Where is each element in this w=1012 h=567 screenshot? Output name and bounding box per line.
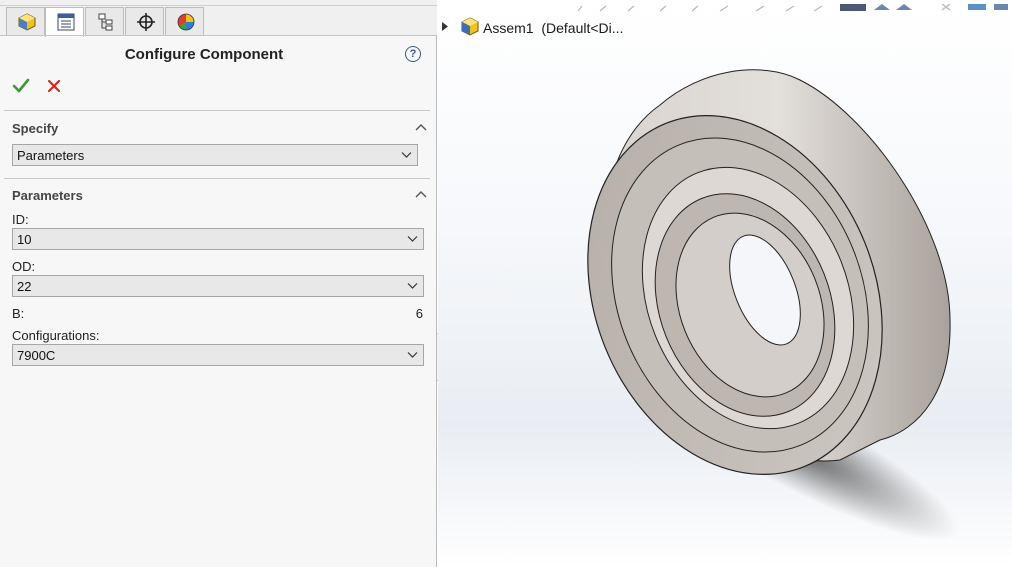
cancel-x-icon[interactable] (47, 79, 61, 93)
configurationmanager-tab[interactable] (85, 7, 124, 36)
id-dropdown[interactable]: 10 (12, 228, 424, 250)
expand-tree-arrow-icon[interactable] (442, 22, 448, 31)
configurations-dropdown[interactable]: 7900C (12, 344, 424, 366)
propertymanager-tab[interactable] (45, 7, 84, 37)
od-label: OD: (12, 259, 36, 274)
heads-up-view-toolbar[interactable] (570, 0, 1012, 12)
collapse-parameters-chevron-up-icon[interactable] (415, 190, 427, 198)
specify-dropdown[interactable]: Parameters (12, 144, 418, 166)
od-dropdown[interactable]: 22 (12, 275, 424, 297)
specify-group-title: Specify (12, 121, 59, 136)
chevron-down-icon (407, 352, 418, 358)
displaymanager-tab[interactable] (165, 7, 204, 36)
chevron-down-icon (407, 283, 418, 289)
assembly-icon (461, 17, 479, 36)
page-title: Configure Component (124, 46, 284, 63)
divider (4, 178, 430, 179)
b-label: B: (12, 306, 25, 321)
featuremanager-tab[interactable] (6, 7, 45, 36)
chevron-down-icon (407, 236, 418, 242)
od-value: 22 (17, 279, 32, 294)
ok-checkmark-icon[interactable] (12, 78, 30, 94)
displaymanager-icon (177, 13, 195, 31)
feature-tree-root-label[interactable]: Assem1 (Default<Di... (483, 20, 623, 36)
id-label: ID: (12, 212, 29, 227)
dimxpertmanager-tab[interactable] (125, 7, 164, 36)
parameters-group-title: Parameters (12, 188, 83, 203)
property-manager-panel: Configure Component ? Specify Parameters… (0, 0, 437, 567)
help-icon[interactable]: ? (405, 46, 421, 62)
b-value: 6 (415, 306, 423, 321)
collapse-specify-chevron-up-icon[interactable] (415, 123, 427, 131)
bearing-model-render[interactable] (438, 0, 1012, 567)
panel-tab-bar (0, 0, 437, 37)
chevron-down-icon (401, 152, 412, 158)
featuremanager-icon (18, 13, 36, 31)
id-value: 10 (17, 232, 32, 247)
configurations-label: Configurations: (12, 328, 100, 343)
configurations-value: 7900C (17, 348, 56, 363)
configurationmanager-icon (98, 13, 113, 31)
specify-selected-value: Parameters (17, 148, 85, 163)
propertymanager-icon (57, 13, 75, 31)
dimxpert-icon (137, 13, 155, 31)
heads-up-toolbar-icons (577, 3, 1008, 12)
divider (4, 110, 430, 111)
